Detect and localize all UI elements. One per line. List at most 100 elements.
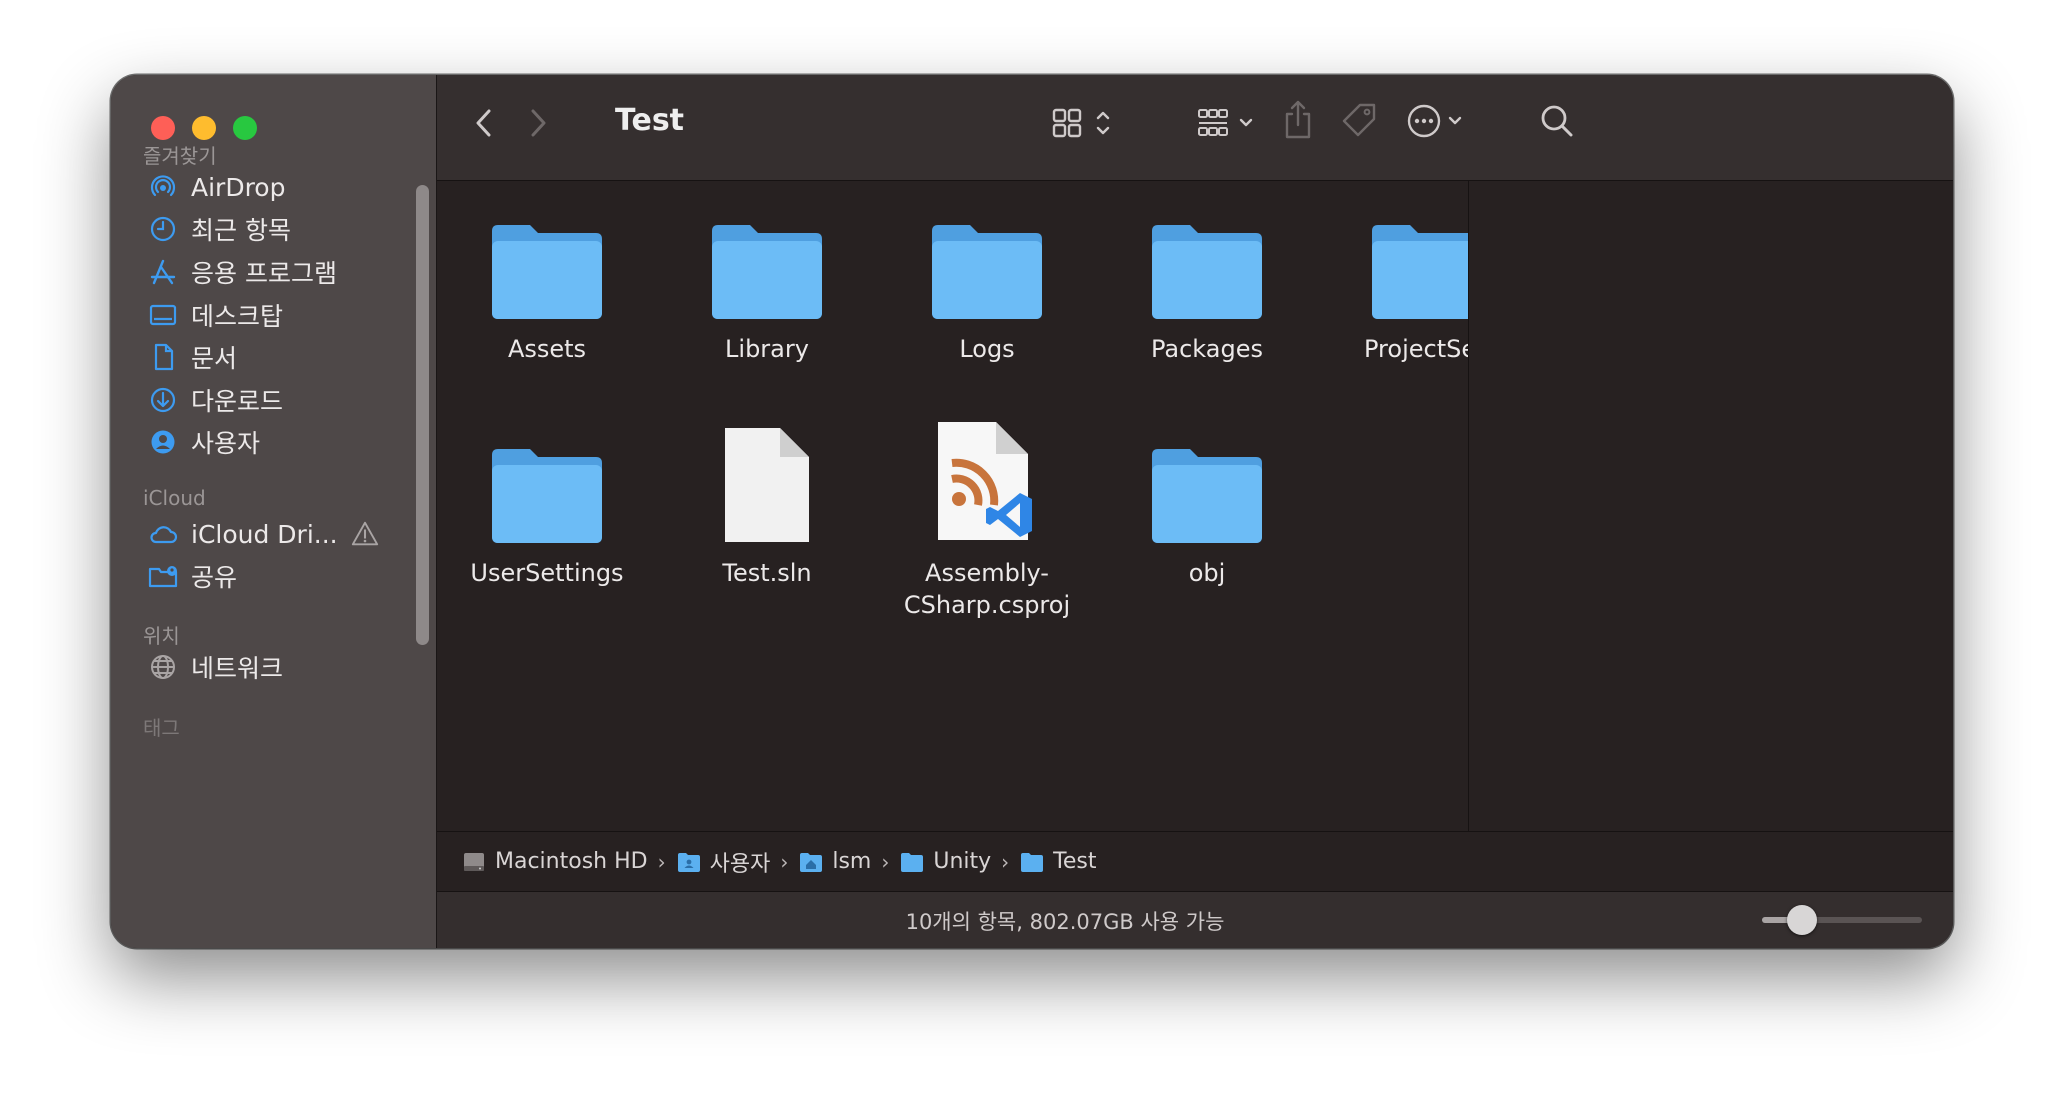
sidebar-item-icloud-drive[interactable]: iCloud Dri... bbox=[147, 512, 417, 556]
chevron-right-icon[interactable] bbox=[521, 103, 555, 143]
file-item-assets[interactable]: Assets bbox=[437, 181, 657, 365]
sidebar-item-label: 응용 프로그램 bbox=[191, 259, 337, 288]
sidebar-item-label: iCloud Dri... bbox=[191, 519, 338, 549]
download-icon bbox=[150, 387, 176, 413]
desktop-icon bbox=[149, 304, 177, 326]
file-name: ProjectSe bbox=[1364, 335, 1468, 363]
path-item-label: Unity bbox=[933, 849, 992, 874]
grid-view-icon[interactable] bbox=[1051, 103, 1121, 143]
search-icon[interactable] bbox=[1537, 101, 1579, 143]
ellipsis-circle-icon[interactable] bbox=[1405, 101, 1471, 141]
hard-drive-icon bbox=[464, 852, 484, 871]
clock-icon bbox=[150, 216, 176, 242]
user-icon bbox=[151, 430, 175, 454]
sidebar-item-airdrop[interactable]: AirDrop bbox=[147, 165, 397, 209]
sidebar-item-label: AirDrop bbox=[191, 172, 286, 202]
sidebar-item-label: 다운로드 bbox=[191, 387, 284, 416]
file-item-assembly-csproj[interactable]: Assembly- CSharp.csproj bbox=[877, 405, 1097, 621]
path-item-lsm[interactable]: lsm bbox=[798, 849, 871, 874]
file-name: obj bbox=[1188, 559, 1226, 587]
sidebar-item-label: 사용자 bbox=[191, 429, 261, 458]
file-item-projectsettings[interactable]: ProjectSe bbox=[1317, 181, 1468, 365]
minimize-window-button[interactable] bbox=[192, 116, 216, 140]
file-name: Library bbox=[725, 335, 809, 363]
path-item-label: lsm bbox=[832, 849, 872, 874]
sidebar-scrollbar[interactable] bbox=[416, 185, 429, 645]
path-separator: › bbox=[780, 849, 789, 874]
sidebar-item-shared[interactable]: 공유 bbox=[147, 554, 397, 598]
airdrop-icon bbox=[150, 175, 176, 197]
folder-icon bbox=[1097, 405, 1317, 545]
folder-icon bbox=[901, 852, 924, 872]
group-icon[interactable] bbox=[1197, 103, 1261, 143]
sidebar-item-recents[interactable]: 최근 항목 bbox=[147, 207, 397, 251]
sidebar-item-label: 공유 bbox=[191, 563, 238, 592]
folder-icon bbox=[657, 181, 877, 321]
file-name: Assets bbox=[507, 335, 587, 363]
icon-size-slider-knob[interactable] bbox=[1787, 905, 1817, 935]
file-item-usersettings[interactable]: UserSettings bbox=[437, 405, 657, 589]
folder-icon bbox=[437, 405, 657, 545]
preview-pane bbox=[1468, 181, 1953, 831]
document-icon bbox=[657, 405, 877, 545]
chevron-left-icon[interactable] bbox=[467, 103, 501, 143]
path-separator: › bbox=[881, 849, 890, 874]
shared-folder-icon bbox=[148, 566, 178, 588]
network-icon bbox=[151, 655, 175, 679]
sidebar-item-network[interactable]: 네트워크 bbox=[147, 645, 397, 689]
file-name: Logs bbox=[959, 335, 1015, 363]
file-grid: Assets Library Logs Packages ProjectSe U… bbox=[437, 181, 1468, 831]
cloud-icon bbox=[150, 526, 178, 544]
file-item-test-sln[interactable]: Test.sln bbox=[657, 405, 877, 589]
file-name: UserSettings bbox=[470, 559, 624, 587]
sidebar: 즐겨찾기 AirDrop 최근 항목 응용 프로그램 데스크탑 문서 다운로드 … bbox=[111, 75, 437, 948]
sidebar-item-label: 문서 bbox=[191, 344, 238, 373]
sidebar-item-downloads[interactable]: 다운로드 bbox=[147, 378, 397, 422]
sidebar-item-label: 네트워크 bbox=[191, 654, 284, 683]
sidebar-item-label: 최근 항목 bbox=[191, 216, 291, 245]
close-window-button[interactable] bbox=[151, 116, 175, 140]
folder-icon bbox=[437, 181, 657, 321]
toolbar: Test bbox=[437, 75, 1953, 181]
window-title: Test bbox=[615, 103, 685, 138]
folder-icon bbox=[1317, 181, 1468, 321]
sidebar-item-applications[interactable]: 응용 프로그램 bbox=[147, 250, 397, 294]
sidebar-item-documents[interactable]: 문서 bbox=[147, 335, 397, 379]
sidebar-item-desktop[interactable]: 데스크탑 bbox=[147, 293, 397, 337]
file-item-obj[interactable]: obj bbox=[1097, 405, 1317, 589]
csproj-document-icon bbox=[877, 405, 1097, 545]
status-bar: 10개의 항목, 802.07GB 사용 가능 bbox=[437, 891, 1953, 948]
document-icon bbox=[154, 343, 174, 371]
file-name: Test.sln bbox=[722, 559, 812, 587]
file-name: Assembly- CSharp.csproj bbox=[903, 559, 1071, 619]
path-item-test[interactable]: Test bbox=[1019, 849, 1096, 874]
applications-icon bbox=[150, 259, 176, 285]
path-item-unity[interactable]: Unity bbox=[899, 849, 991, 874]
home-folder-icon bbox=[800, 852, 823, 872]
path-separator: › bbox=[1001, 849, 1010, 874]
folder-icon bbox=[877, 181, 1097, 321]
status-text: 10개의 항목, 802.07GB 사용 가능 bbox=[905, 910, 1225, 934]
share-icon[interactable] bbox=[1281, 97, 1315, 143]
sidebar-section-icloud: iCloud bbox=[143, 486, 206, 510]
path-bar: Macintosh HD › 사용자 › lsm › Unity › Test bbox=[437, 831, 1953, 891]
sidebar-item-user[interactable]: 사용자 bbox=[147, 420, 397, 464]
folder-icon bbox=[1097, 181, 1317, 321]
file-item-logs[interactable]: Logs bbox=[877, 181, 1097, 365]
icon-size-slider[interactable] bbox=[1762, 905, 1922, 935]
tag-icon[interactable] bbox=[1339, 100, 1381, 142]
path-item-label: 사용자 bbox=[709, 851, 771, 877]
file-name: Packages bbox=[1151, 335, 1263, 363]
zoom-window-button[interactable] bbox=[233, 116, 257, 140]
file-item-library[interactable]: Library bbox=[657, 181, 877, 365]
file-item-packages[interactable]: Packages bbox=[1097, 181, 1317, 365]
warning-icon[interactable] bbox=[350, 519, 380, 549]
path-item-label: Test bbox=[1053, 849, 1097, 874]
sidebar-item-label: 데스크탑 bbox=[191, 302, 284, 331]
path-item-macintosh-hd[interactable]: Macintosh HD bbox=[461, 849, 648, 875]
users-folder-icon bbox=[677, 852, 700, 872]
finder-window: 즐겨찾기 AirDrop 최근 항목 응용 프로그램 데스크탑 문서 다운로드 … bbox=[111, 75, 1953, 948]
path-item-label: Macintosh HD bbox=[495, 849, 648, 874]
path-item-users[interactable]: 사용자 bbox=[676, 846, 771, 878]
folder-icon bbox=[1021, 852, 1044, 872]
